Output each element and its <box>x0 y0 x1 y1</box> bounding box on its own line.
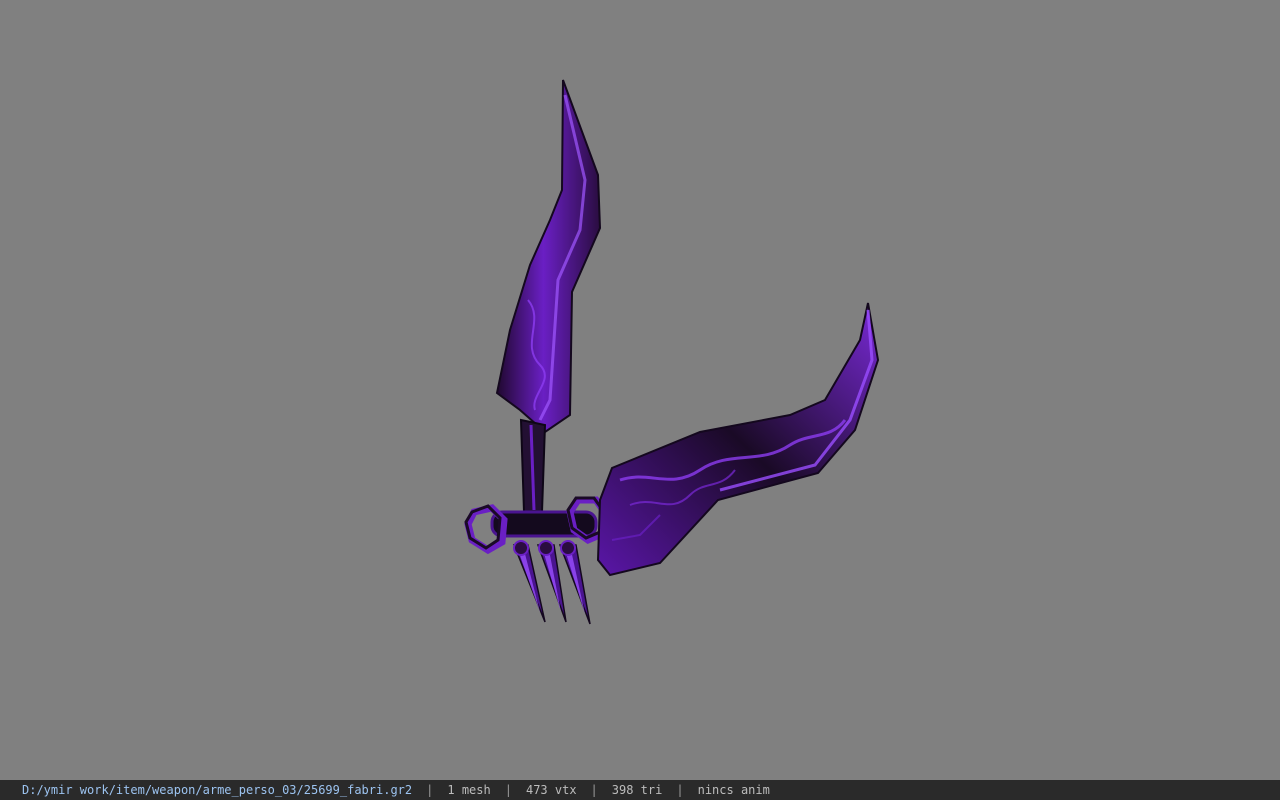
file-path-label: D:/ymir work/item/weapon/arme_perso_03/2… <box>22 783 413 797</box>
upper-blade <box>495 79 602 434</box>
separator: | <box>426 783 434 797</box>
mesh-count-label: 1 mesh <box>447 783 491 797</box>
animation-label: nincs anim <box>697 783 770 797</box>
separator: | <box>676 783 684 797</box>
status-bar: D:/ymir work/item/weapon/arme_perso_03/2… <box>0 780 1280 800</box>
claw-spikes <box>512 540 591 625</box>
separator: | <box>590 783 598 797</box>
triangle-count-label: 398 tri <box>611 783 663 797</box>
weapon-grip <box>519 418 547 513</box>
curved-blade <box>596 302 880 577</box>
weapon-model-render <box>464 79 880 625</box>
3d-viewport[interactable] <box>0 0 1280 780</box>
vertex-count-label: 473 vtx <box>525 783 577 797</box>
separator: | <box>504 783 512 797</box>
